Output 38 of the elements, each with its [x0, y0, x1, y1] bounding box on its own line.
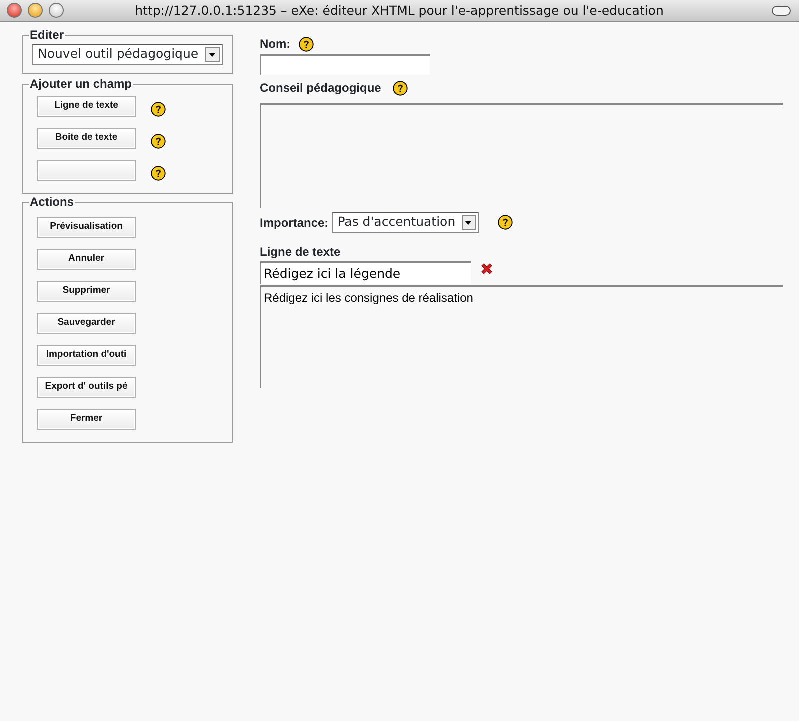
action-button[interactable]: Export d' outils pé	[37, 377, 136, 398]
name-field[interactable]	[260, 54, 430, 75]
help-icon[interactable]	[298, 36, 314, 52]
panel-legend: Ajouter un champ	[29, 77, 134, 91]
close-button[interactable]	[7, 3, 22, 18]
action-button[interactable]: Prévisualisation	[37, 217, 136, 238]
tool-dropdown[interactable]: Nouvel outil pédagogique	[32, 44, 223, 65]
help-icon[interactable]	[151, 134, 166, 148]
toolbar-toggle-button[interactable]	[772, 6, 791, 16]
delete-icon[interactable]	[481, 263, 493, 276]
dropdown-arrow-icon	[465, 220, 472, 224]
dropdown-arrow-icon	[209, 52, 216, 56]
add-field-button[interactable]: Ligne de texte	[37, 96, 136, 117]
zoom-button[interactable]	[49, 3, 64, 18]
importance-dropdown[interactable]: Pas d'accentuation	[332, 212, 479, 233]
instructions-field[interactable]: Rédigez ici les consignes de réalisation	[260, 285, 783, 388]
help-icon[interactable]	[393, 80, 408, 96]
dropdown-value: Pas d'accentuation	[338, 213, 456, 232]
panel-legend: Editer	[29, 28, 66, 42]
help-icon[interactable]	[151, 102, 166, 116]
minimize-button[interactable]	[28, 3, 43, 18]
field-label: Conseil pédagogique	[260, 80, 382, 97]
action-button[interactable]: Annuler	[37, 249, 136, 270]
help-icon[interactable]	[151, 166, 166, 180]
action-button[interactable]: Supprimer	[37, 281, 136, 302]
action-button[interactable]: Fermer	[37, 409, 136, 430]
add-field-button[interactable]: Boite de texte	[37, 128, 136, 149]
field-label: Nom:	[260, 36, 291, 53]
add-field-button[interactable]	[37, 160, 136, 181]
window-title: http://127.0.0.1:51235 – eXe: éditeur XHTML pour l'e-apprentissage ou l'e-education	[135, 2, 664, 20]
caption-field[interactable]: Rédigez ici la légende	[260, 261, 471, 284]
action-button[interactable]: Importation d'outi	[37, 345, 136, 366]
panel-legend: Actions	[29, 195, 76, 209]
action-button[interactable]: Sauvegarder	[37, 313, 136, 334]
help-icon[interactable]	[498, 215, 513, 230]
field-label: Importance:	[260, 214, 329, 232]
dropdown-value: Nouvel outil pédagogique	[38, 45, 199, 64]
field-section-title: Ligne de texte	[260, 244, 342, 261]
